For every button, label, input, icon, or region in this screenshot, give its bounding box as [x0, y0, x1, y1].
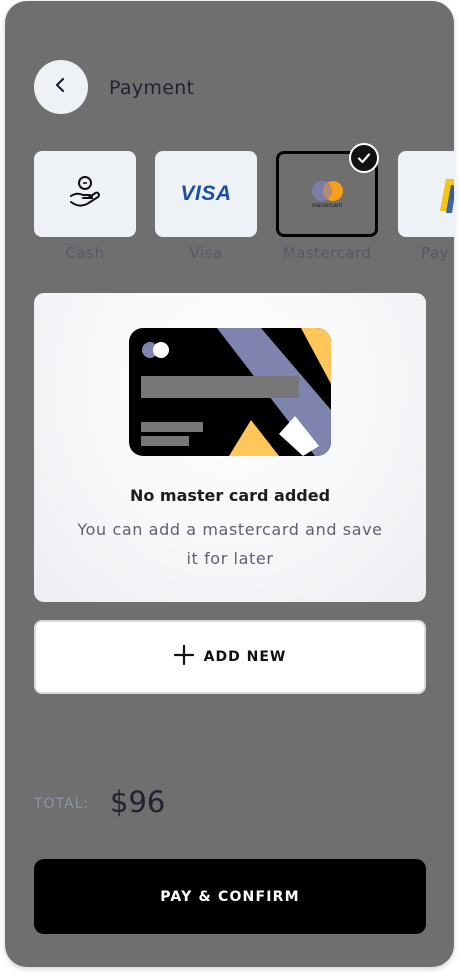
empty-state-description: You can add a mastercard and save it for… — [77, 520, 383, 568]
page-title: Payment — [109, 77, 195, 99]
payment-method-paypal-label: Pay — [421, 244, 449, 262]
credit-card-illustration — [129, 328, 331, 460]
total-label: TOTAL: — [34, 796, 90, 812]
total-amount: $96 — [110, 785, 166, 819]
payment-method-cash-label: Cash — [65, 244, 105, 262]
paypal-logo — [434, 175, 454, 219]
add-new-label: ADD NEW — [203, 649, 287, 665]
payment-method-paypal[interactable] — [398, 151, 454, 237]
cash-hand-icon — [67, 174, 103, 214]
pay-confirm-button[interactable]: PAY & CONFIRM — [34, 859, 426, 934]
mastercard-logo: mastercard — [307, 179, 347, 209]
payment-screen: Payment Cash VISA Visa mastercard Master… — [5, 1, 454, 967]
plus-icon — [173, 644, 194, 669]
back-button[interactable] — [34, 60, 88, 114]
empty-state-card: No master card added You can add a maste… — [34, 293, 426, 602]
visa-logo: VISA — [180, 182, 232, 205]
payment-method-visa-label: Visa — [189, 244, 223, 262]
pay-confirm-label: PAY & CONFIRM — [160, 888, 300, 905]
check-icon — [349, 143, 379, 173]
payment-method-mastercard-label: Mastercard — [282, 244, 372, 262]
payment-method-cash[interactable] — [34, 151, 136, 237]
payment-method-visa[interactable]: VISA — [155, 151, 257, 237]
chevron-left-icon — [54, 77, 68, 97]
add-new-button[interactable]: ADD NEW — [34, 620, 426, 694]
empty-state-title: No master card added — [129, 486, 331, 505]
